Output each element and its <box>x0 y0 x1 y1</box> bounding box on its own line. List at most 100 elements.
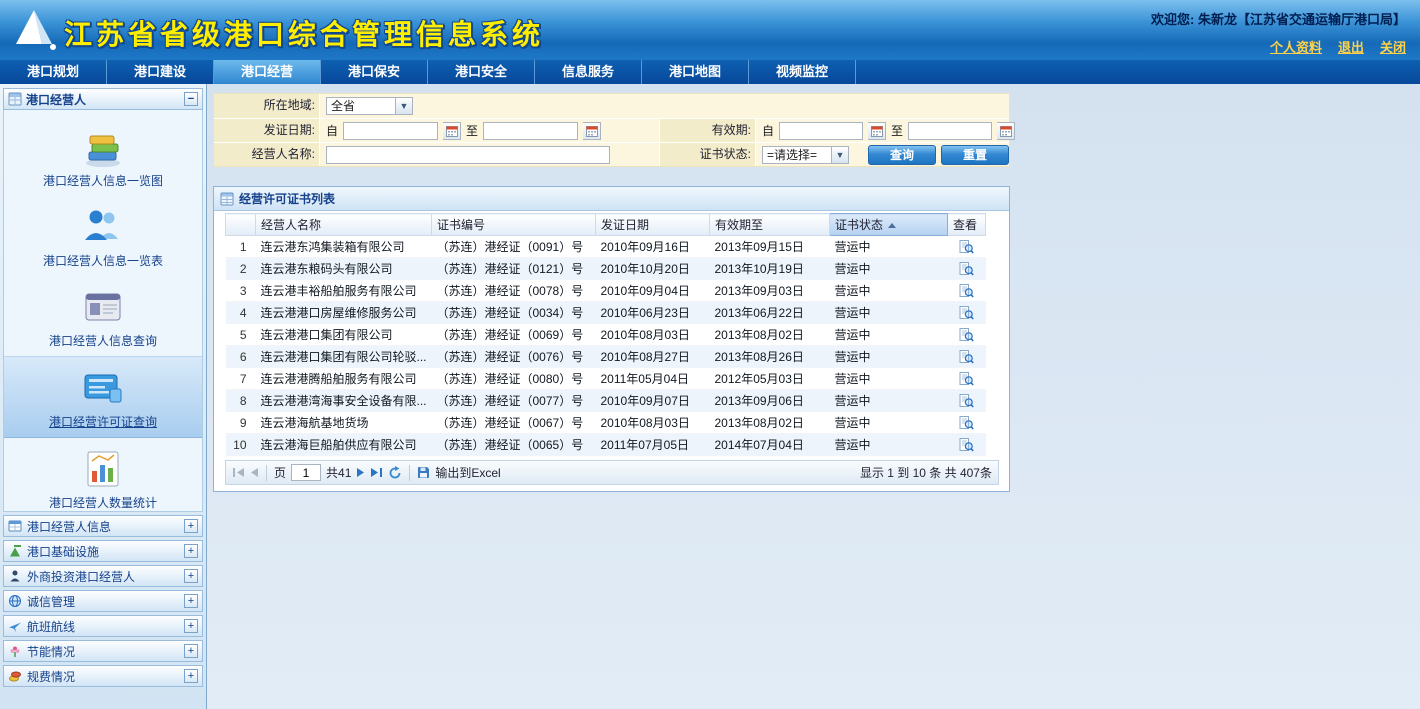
close-link[interactable]: 关闭 <box>1380 37 1406 56</box>
sidebar-collapsed-panel-7[interactable]: 规费情况+ <box>3 665 203 687</box>
app-logo-icon <box>8 6 58 55</box>
view-button[interactable] <box>948 258 986 280</box>
nav-tab-7[interactable]: 港口地图 <box>642 60 749 84</box>
expand-plus-icon[interactable]: + <box>184 569 198 583</box>
view-button[interactable] <box>948 346 986 368</box>
calendar-icon[interactable] <box>443 122 461 140</box>
sidebar-collapsed-panel-5[interactable]: 航班航线+ <box>3 615 203 637</box>
expand-plus-icon[interactable]: + <box>184 669 198 683</box>
refresh-button[interactable] <box>388 466 402 480</box>
operator-name-cell: 连云港港口房屋维修服务公司 <box>256 302 432 324</box>
logout-link[interactable]: 退出 <box>1338 37 1364 56</box>
operator-name-input[interactable] <box>326 146 610 164</box>
collapse-minus-icon[interactable]: − <box>184 92 198 106</box>
table-row[interactable]: 5连云港港口集团有限公司（苏连）港经证（0069）号2010年08月03日201… <box>226 324 986 346</box>
sort-asc-icon <box>888 223 896 228</box>
reset-button[interactable]: 重置 <box>941 145 1009 165</box>
nav-tab-8[interactable]: 视频监控 <box>749 60 856 84</box>
view-button[interactable] <box>948 434 986 456</box>
view-button[interactable] <box>948 324 986 346</box>
page-number-input[interactable] <box>291 464 321 481</box>
table-row[interactable]: 9连云港海航基地货场（苏连）港经证（0067）号2010年08月03日2013年… <box>226 412 986 434</box>
valid-until-cell: 2012年05月03日 <box>710 368 830 390</box>
sidebar-collapsed-panel-3[interactable]: 外商投资港口经营人+ <box>3 565 203 587</box>
column-header-6[interactable]: 查看 <box>948 214 986 236</box>
operator-name-label: 经营人名称: <box>214 143 320 166</box>
issue-date-cell: 2010年08月03日 <box>596 412 710 434</box>
issue-date-from-input[interactable] <box>343 122 438 140</box>
operator-name-cell: 连云港港口集团有限公司 <box>256 324 432 346</box>
cert-no-cell: （苏连）港经证（0076）号 <box>432 346 596 368</box>
view-button[interactable] <box>948 302 986 324</box>
sidebar-item-1[interactable]: 港口经营人信息一览图 <box>4 116 202 196</box>
row-number: 2 <box>226 258 256 280</box>
view-button[interactable] <box>948 236 986 258</box>
issue-date-cell: 2010年08月03日 <box>596 324 710 346</box>
profile-link[interactable]: 个人资料 <box>1270 37 1322 56</box>
sidebar-item-2[interactable]: 港口经营人信息一览表 <box>4 196 202 276</box>
certificate-list-panel: 经营许可证书列表 经营人名称证书编号发证日期有效期至证书状态查看 1连云港东鸿集… <box>213 186 1010 492</box>
table-row[interactable]: 3连云港丰裕船舶服务有限公司（苏连）港经证（0078）号2010年09月04日2… <box>226 280 986 302</box>
sidebar-collapsed-panel-2[interactable]: 港口基础设施+ <box>3 540 203 562</box>
column-header-5[interactable]: 证书状态 <box>830 214 948 236</box>
view-button[interactable] <box>948 390 986 412</box>
region-select[interactable]: 全省 ▼ <box>326 97 413 115</box>
validity-to-input[interactable] <box>908 122 992 140</box>
certificates-table: 经营人名称证书编号发证日期有效期至证书状态查看 1连云港东鸿集装箱有限公司（苏连… <box>225 213 986 456</box>
last-page-button[interactable] <box>370 467 383 478</box>
row-number: 5 <box>226 324 256 346</box>
cert-status-select[interactable]: =请选择= ▼ <box>762 146 849 164</box>
nav-tab-4[interactable]: 港口保安 <box>321 60 428 84</box>
expand-plus-icon[interactable]: + <box>184 594 198 608</box>
sidebar-collapsed-panel-4[interactable]: 诚信管理+ <box>3 590 203 612</box>
first-page-button[interactable] <box>232 467 245 478</box>
sidebar-item-5[interactable]: 港口经营人数量统计 <box>4 438 202 512</box>
form-row-dates: 发证日期: 自 至 有效期: <box>214 118 1009 142</box>
valid-until-cell: 2013年09月15日 <box>710 236 830 258</box>
sidebar-item-3[interactable]: 港口经营人信息查询 <box>4 276 202 356</box>
row-number: 8 <box>226 390 256 412</box>
table-row[interactable]: 1连云港东鸿集装箱有限公司（苏连）港经证（0091）号2010年09月16日20… <box>226 236 986 258</box>
column-header-1[interactable]: 经营人名称 <box>256 214 432 236</box>
validity-from-input[interactable] <box>779 122 863 140</box>
column-header-3[interactable]: 发证日期 <box>596 214 710 236</box>
table-row[interactable]: 10连云港海巨船舶供应有限公司（苏连）港经证（0065）号2011年07月05日… <box>226 434 986 456</box>
prev-page-button[interactable] <box>250 467 259 478</box>
view-button[interactable] <box>948 368 986 390</box>
issue-date-to-input[interactable] <box>483 122 578 140</box>
calendar-icon[interactable] <box>997 122 1015 140</box>
nav-tab-2[interactable]: 港口建设 <box>107 60 214 84</box>
table-row[interactable]: 8连云港港湾海事安全设备有限...（苏连）港经证（0077）号2010年09月0… <box>226 390 986 412</box>
sidebar-panel-header[interactable]: 港口经营人 − <box>3 88 203 110</box>
column-header-2[interactable]: 证书编号 <box>432 214 596 236</box>
pager-separator <box>409 465 410 481</box>
view-button[interactable] <box>948 280 986 302</box>
search-button[interactable]: 查询 <box>868 145 936 165</box>
valid-until-cell: 2013年10月19日 <box>710 258 830 280</box>
next-page-button[interactable] <box>356 467 365 478</box>
nav-tab-5[interactable]: 港口安全 <box>428 60 535 84</box>
expand-plus-icon[interactable]: + <box>184 619 198 633</box>
calendar-icon[interactable] <box>868 122 886 140</box>
status-cell: 营运中 <box>830 434 948 456</box>
row-number: 4 <box>226 302 256 324</box>
expand-plus-icon[interactable]: + <box>184 644 198 658</box>
sidebar-collapsed-panel-6[interactable]: 节能情况+ <box>3 640 203 662</box>
sidebar-item-4[interactable]: 港口经营许可证查询 <box>4 356 202 438</box>
expand-plus-icon[interactable]: + <box>184 519 198 533</box>
table-row[interactable]: 6连云港港口集团有限公司轮驳...（苏连）港经证（0076）号2010年08月2… <box>226 346 986 368</box>
view-button[interactable] <box>948 412 986 434</box>
status-cell: 营运中 <box>830 258 948 280</box>
nav-tab-6[interactable]: 信息服务 <box>535 60 642 84</box>
table-row[interactable]: 4连云港港口房屋维修服务公司（苏连）港经证（0034）号2010年06月23日2… <box>226 302 986 324</box>
sidebar-collapsed-panel-1[interactable]: 港口经营人信息+ <box>3 515 203 537</box>
table-row[interactable]: 7连云港港腾船舶服务有限公司（苏连）港经证（0080）号2011年05月04日2… <box>226 368 986 390</box>
calendar-icon[interactable] <box>583 122 601 140</box>
expand-plus-icon[interactable]: + <box>184 544 198 558</box>
column-header-4[interactable]: 有效期至 <box>710 214 830 236</box>
nav-tab-1[interactable]: 港口规划 <box>0 60 107 84</box>
export-excel-button[interactable]: 输出到Excel <box>417 464 500 481</box>
valid-until-cell: 2013年09月06日 <box>710 390 830 412</box>
table-row[interactable]: 2连云港东粮码头有限公司（苏连）港经证（0121）号2010年10月20日201… <box>226 258 986 280</box>
nav-tab-3[interactable]: 港口经营 <box>214 60 321 84</box>
